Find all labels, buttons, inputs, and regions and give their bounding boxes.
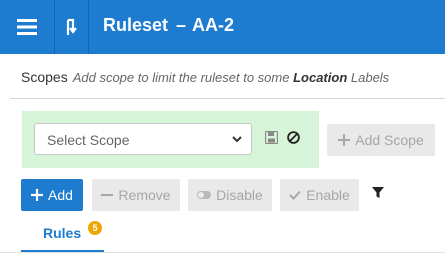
enable-label: Enable bbox=[306, 187, 350, 203]
remove-button[interactable]: Remove bbox=[92, 179, 180, 211]
app-header: Ruleset – AA-2 bbox=[0, 0, 445, 54]
scopes-label: Scopes bbox=[21, 69, 68, 85]
title-separator: – bbox=[176, 15, 187, 35]
tabs-divider bbox=[0, 252, 445, 253]
rules-count-badge: 5 bbox=[88, 221, 102, 235]
minus-icon bbox=[101, 189, 114, 201]
scopes-hint-suffix: Labels bbox=[347, 70, 390, 85]
header-divider bbox=[88, 0, 89, 54]
disable-label: Disable bbox=[216, 187, 263, 203]
scope-select-placeholder: Select Scope bbox=[47, 132, 130, 148]
save-icon[interactable] bbox=[265, 131, 278, 144]
page-title-text: Ruleset bbox=[103, 15, 169, 35]
chevron-down-icon bbox=[232, 136, 242, 143]
scopes-description: Scopes Add scope to limit the ruleset to … bbox=[21, 69, 389, 85]
add-scope-label: Add Scope bbox=[355, 132, 424, 148]
cancel-icon[interactable] bbox=[287, 131, 300, 144]
hamburger-icon bbox=[17, 19, 37, 35]
add-label: Add bbox=[48, 187, 73, 203]
scopes-hint-prefix: Add scope to limit the ruleset to some bbox=[72, 70, 294, 85]
toggle-off-icon bbox=[197, 190, 212, 200]
filter-icon[interactable] bbox=[372, 187, 384, 199]
menu-button[interactable] bbox=[0, 0, 54, 54]
section-divider bbox=[10, 98, 445, 99]
check-icon bbox=[289, 190, 301, 200]
tab-rules-label: Rules bbox=[43, 225, 82, 241]
back-arrow-icon bbox=[66, 18, 77, 35]
tab-rules[interactable]: Rules 5 bbox=[21, 217, 104, 254]
page-title: Ruleset – AA-2 bbox=[103, 15, 234, 36]
add-rule-button[interactable]: Add bbox=[21, 179, 83, 211]
enable-button[interactable]: Enable bbox=[280, 179, 359, 211]
plus-icon bbox=[338, 134, 351, 146]
disable-button[interactable]: Disable bbox=[188, 179, 272, 211]
ruleset-name: AA-2 bbox=[192, 15, 235, 35]
remove-label: Remove bbox=[118, 187, 171, 203]
scopes-hint-bold: Location bbox=[293, 70, 348, 85]
plus-icon bbox=[31, 189, 44, 201]
scope-select[interactable]: Select Scope bbox=[34, 123, 252, 155]
back-button[interactable] bbox=[55, 0, 87, 54]
add-scope-button[interactable]: Add Scope bbox=[327, 124, 435, 156]
